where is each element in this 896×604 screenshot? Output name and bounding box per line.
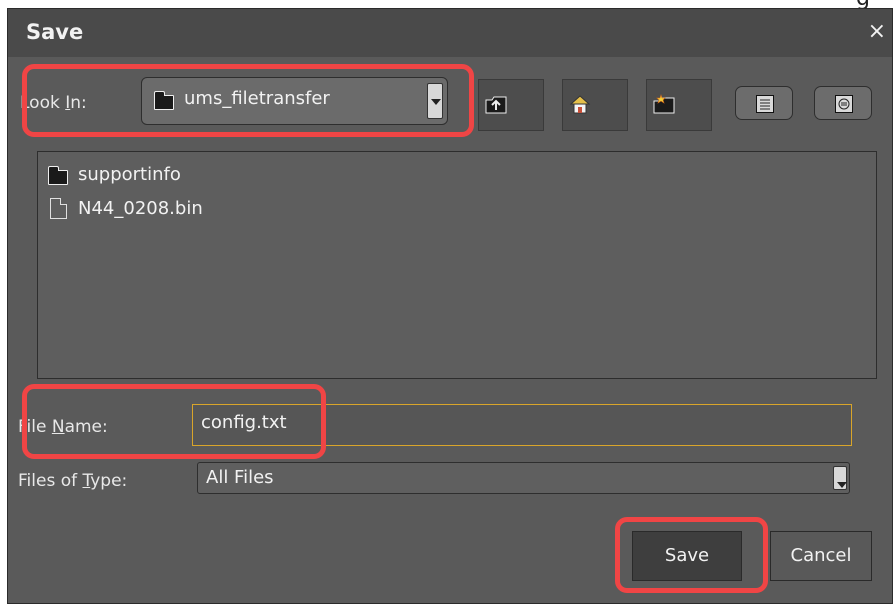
look-in-value: ums_filetransfer [184,88,330,109]
files-of-type-value: All Files [206,467,274,488]
file-list[interactable]: supportinfo N44_0208.bin [37,151,877,379]
file-name-value: config.txt [201,412,287,433]
list-view-button[interactable] [735,86,793,120]
look-in-label: Look In: [20,93,87,113]
details-view-button[interactable] [814,86,872,120]
file-name: N44_0208.bin [78,198,203,219]
save-dialog: Save × Look In: ums_filetransfer support… [7,8,893,604]
new-folder-button[interactable] [646,79,712,131]
cancel-button[interactable]: Cancel [770,531,872,581]
look-in-dropdown[interactable]: ums_filetransfer [141,77,448,125]
folder-icon [154,91,174,110]
background-text: g [856,0,870,8]
files-of-type-label: Files of Type: [18,471,128,491]
new-folder-icon [653,94,675,114]
up-one-level-button[interactable] [478,79,544,131]
list-view-icon [756,95,774,113]
file-name-input[interactable]: config.txt [192,404,852,446]
files-of-type-dropdown[interactable]: All Files [197,462,850,494]
home-icon [569,95,591,114]
file-name: supportinfo [78,164,181,185]
folder-icon [48,166,68,185]
title-bar: Save × [8,9,892,57]
save-button[interactable]: Save [632,531,742,581]
dialog-title: Save [26,20,84,44]
chevron-down-icon[interactable] [427,83,443,119]
home-button[interactable] [562,79,628,131]
details-view-icon [835,95,853,113]
file-name-label: File Name: [18,417,108,437]
up-one-level-icon [485,96,507,114]
background-strip: g [0,0,896,8]
chevron-down-icon[interactable] [833,466,847,490]
close-button[interactable]: × [868,19,886,44]
file-icon [50,198,67,219]
